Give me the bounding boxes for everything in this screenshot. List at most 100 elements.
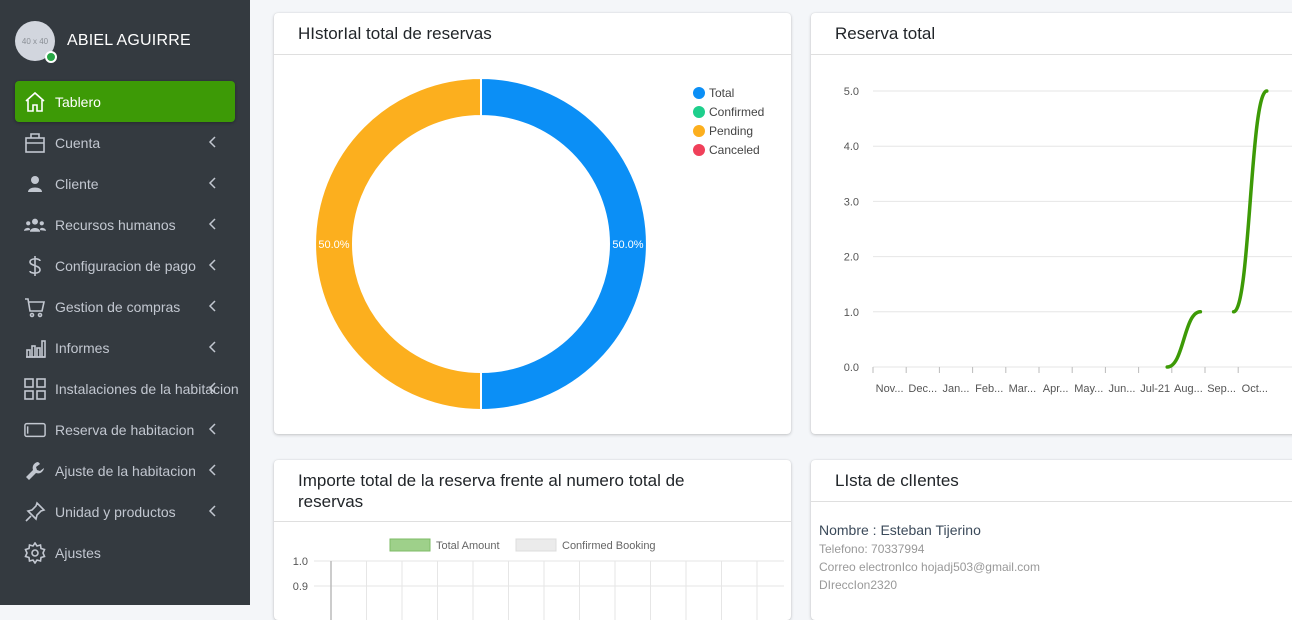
- sidebar-item-label: Conﬁguracion de pago: [55, 257, 196, 274]
- x-tick-label: Sep...: [1207, 383, 1236, 395]
- x-tick-label: Jan...: [943, 383, 970, 395]
- x-tick-label: Jul-21: [1140, 383, 1170, 395]
- x-tick-label: Nov...: [876, 383, 904, 395]
- sidebar-item-instalaciones-de-la-habitacion[interactable]: Instalaciones de la habitacion: [15, 368, 239, 409]
- user-panel[interactable]: 40 x 40 ABIEL AGUIRRE: [15, 21, 191, 63]
- sidebar: 40 x 40 ABIEL AGUIRRE Tablero Cuenta Clien…: [0, 0, 250, 605]
- x-tick-label: Oct...: [1242, 383, 1268, 395]
- card-header: LIsta de clIentes: [811, 460, 1292, 502]
- legend-swatch: [693, 143, 705, 156]
- sidebar-item-ajustes[interactable]: Ajustes: [15, 532, 235, 573]
- sidebar-item-gestion-de-compras[interactable]: Gestion de compras: [15, 286, 235, 327]
- chevron-left-icon[interactable]: [205, 380, 221, 396]
- user-name[interactable]: ABIEL AGUIRRE: [67, 32, 191, 50]
- y-tick-label: 3.0: [844, 196, 859, 208]
- legend-item-pending[interactable]: Pending: [693, 121, 764, 140]
- y-tick-label: 2.0: [844, 252, 859, 264]
- legend-item-canceled[interactable]: Canceled: [693, 140, 764, 159]
- legend-label: Confirmed: [709, 104, 765, 119]
- card-title: Importe total de la reserva frente al nu…: [298, 471, 685, 511]
- chevron-left-icon[interactable]: [205, 421, 221, 437]
- chevron-left-icon[interactable]: [205, 503, 221, 519]
- chart-legend: Total Confirmed Pending Canceled: [693, 83, 764, 159]
- chevron-left-icon[interactable]: [205, 462, 221, 478]
- sidebar-item-label: Gestion de compras: [55, 298, 181, 315]
- sidebar-item-label: Cliente: [55, 175, 99, 192]
- briefcase-icon: [24, 132, 46, 154]
- avatar: 40 x 40: [15, 21, 57, 63]
- x-tick-label: Dec...: [908, 383, 937, 395]
- cart-icon: [24, 296, 46, 318]
- card-header: HIstorIal total de reservas: [274, 13, 791, 55]
- client-item[interactable]: Nombre : Esteban Tijerino Telefono: 7033…: [819, 522, 1040, 592]
- chevron-left-icon[interactable]: [205, 216, 221, 232]
- sidebar-item-ajuste-de-la-habitacion[interactable]: Ajuste de la habitacion: [15, 450, 235, 491]
- bar-chart-icon: [24, 337, 46, 359]
- chevron-left-icon[interactable]: [205, 175, 221, 191]
- sidebar-item-label: Unidad y productos: [55, 503, 176, 520]
- tablet-icon: [24, 419, 46, 441]
- sidebar-item-recursos-humanos[interactable]: Recursos humanos: [15, 204, 235, 245]
- legend-swatch[interactable]: [389, 538, 431, 552]
- legend-swatch: [693, 105, 705, 118]
- x-tick-label: Mar...: [1009, 383, 1037, 395]
- sidebar-item-label: Tablero: [55, 93, 101, 110]
- y-tick-label: 1.0: [293, 556, 308, 568]
- chevron-left-icon[interactable]: [205, 298, 221, 314]
- y-tick-label: 5.0: [844, 86, 859, 98]
- chevron-left-icon[interactable]: [205, 257, 221, 273]
- y-tick-label: 0.0: [844, 362, 859, 374]
- online-status-dot: [45, 51, 57, 63]
- legend-label: Confirmed Booking: [562, 540, 656, 552]
- x-tick-label: Aug...: [1174, 383, 1203, 395]
- sidebar-item-label: Reserva de habitacion: [55, 421, 195, 438]
- legend-item-total[interactable]: Total: [693, 83, 764, 102]
- legend-label: Total Amount: [436, 540, 500, 552]
- avatar-placeholder-text: 40 x 40: [21, 36, 49, 46]
- sidebar-item-label: Ajuste de la habitacion: [55, 462, 196, 479]
- sidebar-item-configuracion-de-pago[interactable]: Conﬁguracion de pago: [15, 245, 235, 286]
- sidebar-item-label: Cuenta: [55, 134, 101, 151]
- chevron-left-icon[interactable]: [205, 134, 221, 150]
- gear-icon: [24, 541, 46, 564]
- legend-label: Pending: [709, 123, 754, 138]
- sidebar-item-reserva-de-habitacion[interactable]: Reserva de habitacion: [15, 409, 235, 450]
- total-bookings-card: Reserva total 0.0 1.0 2.0 3.0 4.0 5.0 Nov... De…: [811, 13, 1292, 434]
- bar-chart: Total Amount Confirmed Booking 1.0 0.9: [293, 538, 784, 620]
- legend-label: Total: [709, 85, 735, 100]
- booking-history-card: HIstorIal total de reservas 50.0% 50.0% T…: [274, 13, 791, 434]
- legend-item-confirmed[interactable]: Confirmed: [693, 102, 764, 121]
- legend-swatch: [693, 86, 705, 99]
- client-list-card: LIsta de clIentes Nombre : Esteban Tijer…: [811, 460, 1292, 620]
- card-title: LIsta de clIentes: [835, 471, 959, 490]
- legend-swatch[interactable]: [515, 538, 557, 552]
- sidebar-item-label: Informes: [55, 339, 110, 356]
- wrench-icon: [24, 460, 46, 482]
- x-tick-label: Jun...: [1109, 383, 1136, 395]
- x-tick-label: Apr...: [1043, 383, 1069, 395]
- client-email: Correo electronIco hojadj503@gmail.com: [819, 560, 1040, 574]
- client-name: Nombre : Esteban Tijerino: [819, 522, 981, 538]
- pin-icon: [24, 501, 46, 523]
- sidebar-item-label: Ajustes: [55, 544, 101, 561]
- card-header: Importe total de la reserva frente al nu…: [274, 460, 791, 522]
- card-title: Reserva total: [835, 24, 936, 43]
- slice-value-label: 50.0%: [612, 239, 643, 251]
- series-line[interactable]: [1165, 310, 1203, 369]
- sidebar-item-unidad-y-productos[interactable]: Unidad y productos: [15, 491, 235, 532]
- home-icon: [24, 91, 46, 113]
- dollar-icon: [24, 255, 46, 277]
- chevron-left-icon[interactable]: [205, 339, 221, 355]
- y-tick-label: 0.9: [293, 581, 308, 593]
- user-icon: [24, 173, 46, 195]
- y-tick-label: 4.0: [844, 141, 859, 153]
- legend-swatch: [693, 124, 705, 137]
- sidebar-nav: Tablero Cuenta Cliente Recursos humanos Conﬁ…: [15, 81, 239, 573]
- sidebar-item-informes[interactable]: Informes: [15, 327, 235, 368]
- card-header: Reserva total: [811, 13, 1292, 55]
- sidebar-item-label: Recursos humanos: [55, 216, 176, 233]
- y-tick-label: 1.0: [844, 307, 859, 319]
- sidebar-item-cuenta[interactable]: Cuenta: [15, 122, 235, 163]
- sidebar-item-cliente[interactable]: Cliente: [15, 163, 235, 204]
- sidebar-item-tablero[interactable]: Tablero: [15, 81, 235, 122]
